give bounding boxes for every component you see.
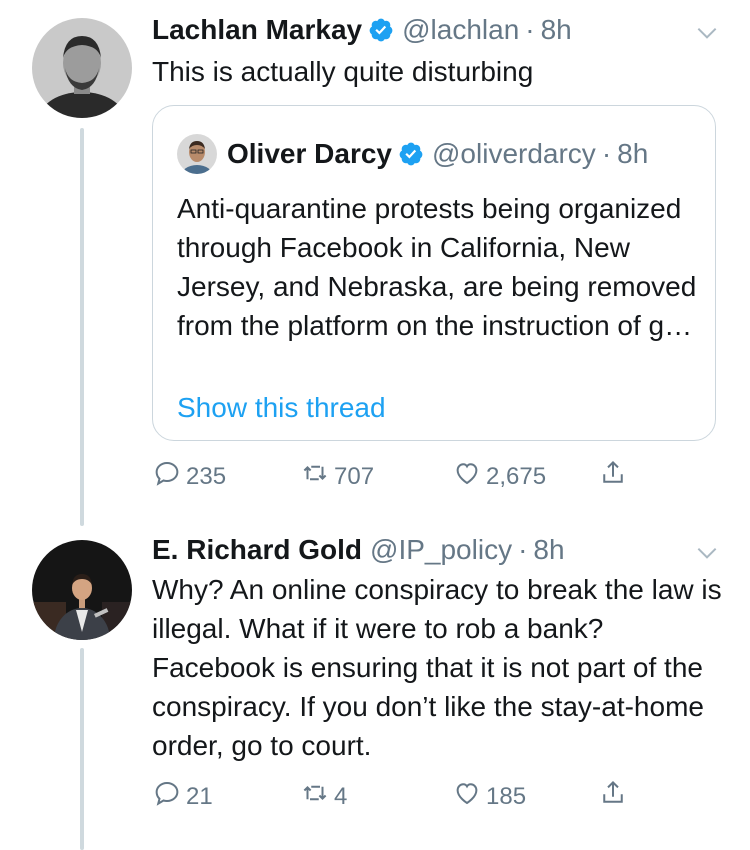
like-icon: [452, 458, 486, 495]
retweet-count: 707: [334, 462, 375, 490]
share-icon: [598, 778, 632, 815]
action-bar: 235 707 2,675: [152, 458, 652, 498]
tweet-lachlan[interactable]: Lachlan Markay @lachlan · 8h This is act…: [0, 0, 750, 520]
share-button[interactable]: [598, 778, 632, 815]
retweet-count: 4: [334, 782, 348, 810]
separator-dot: ·: [525, 14, 535, 45]
tweet-text: Why? An online conspiracy to break the l…: [152, 574, 722, 761]
author-handle[interactable]: @IP_policy: [370, 534, 512, 566]
reply-icon: [152, 778, 186, 815]
like-count: 2,675: [486, 462, 547, 490]
share-button[interactable]: [598, 458, 632, 495]
share-icon: [598, 458, 632, 495]
quoted-tweet-card[interactable]: Oliver Darcy @oliverdarcy · 8h Anti-quar…: [152, 105, 716, 441]
avatar-oliver: [177, 134, 217, 174]
tweet-header: E. Richard Gold @IP_policy · 8h: [152, 534, 565, 566]
timestamp[interactable]: 8h: [533, 534, 564, 566]
reply-count: 235: [186, 462, 227, 490]
reply-count: 21: [186, 782, 213, 810]
like-icon: [452, 778, 486, 815]
timestamp[interactable]: 8h: [541, 14, 572, 46]
quote-header: Oliver Darcy @oliverdarcy · 8h: [177, 134, 648, 174]
chevron-down-icon[interactable]: [694, 20, 720, 46]
retweet-button[interactable]: 707: [300, 458, 374, 495]
verified-badge-icon: [368, 17, 394, 43]
quote-text: Anti-quarantine protests being organized…: [177, 193, 697, 341]
reply-button[interactable]: 235: [152, 458, 226, 495]
tweet-richard-gold[interactable]: E. Richard Gold @IP_policy · 8h Why? An …: [0, 520, 750, 850]
reply-button[interactable]: 21: [152, 778, 213, 815]
quote-timestamp[interactable]: 8h: [617, 138, 648, 170]
verified-badge-icon: [398, 141, 424, 167]
separator-dot: ·: [601, 138, 612, 169]
author-name[interactable]: Lachlan Markay: [152, 14, 362, 46]
action-bar: 21 4 185: [152, 778, 652, 818]
author-name[interactable]: E. Richard Gold: [152, 534, 362, 566]
avatar-richard-gold[interactable]: [32, 540, 132, 640]
like-button[interactable]: 2,675: [452, 458, 546, 495]
quote-author-handle[interactable]: @oliverdarcy: [432, 138, 596, 170]
chevron-down-icon[interactable]: [694, 540, 720, 566]
show-thread-link[interactable]: Show this thread: [177, 392, 386, 424]
retweet-icon: [300, 458, 334, 495]
avatar-lachlan[interactable]: [32, 18, 132, 118]
tweet-header: Lachlan Markay @lachlan · 8h: [152, 14, 572, 46]
tweet-text: This is actually quite disturbing: [152, 56, 534, 87]
reply-icon: [152, 458, 186, 495]
quote-author-name[interactable]: Oliver Darcy: [227, 138, 392, 170]
separator-dot: ·: [518, 534, 528, 565]
like-count: 185: [486, 782, 527, 810]
retweet-button[interactable]: 4: [300, 778, 347, 815]
retweet-icon: [300, 778, 334, 815]
author-handle[interactable]: @lachlan: [402, 14, 519, 46]
like-button[interactable]: 185: [452, 778, 526, 815]
